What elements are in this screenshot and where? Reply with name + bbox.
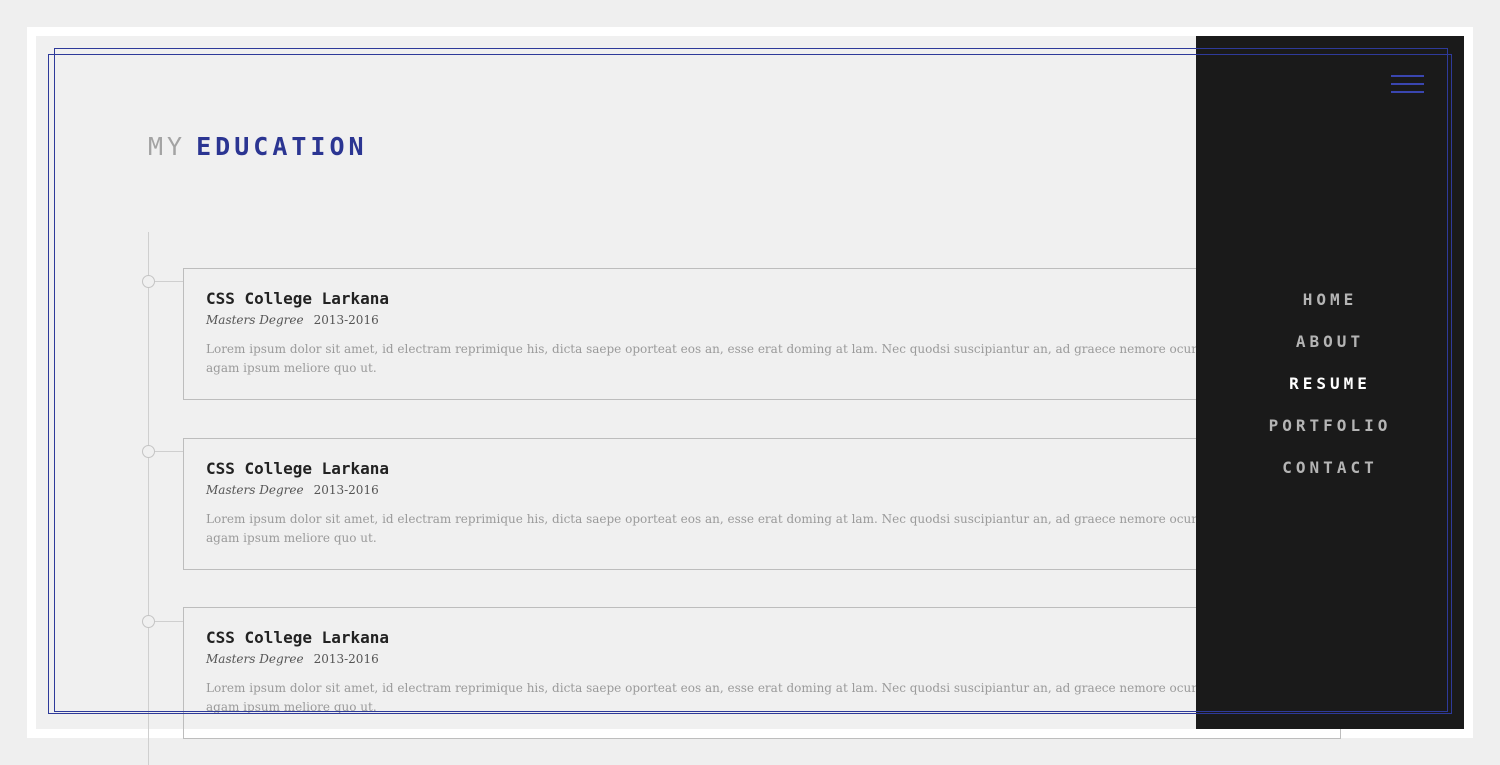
timeline-connector [155, 621, 183, 622]
timeline-dot [142, 445, 155, 458]
hamburger-menu-icon[interactable] [1391, 75, 1424, 95]
education-meta: Masters Degree 2013-2016 [206, 652, 379, 666]
education-degree: Masters Degree [206, 313, 304, 327]
side-nav-panel: HOME ABOUT RESUME PORTFOLIO CONTACT [1196, 36, 1464, 729]
timeline-dot [142, 615, 155, 628]
nav-item-resume[interactable]: RESUME [1196, 374, 1464, 416]
nav-item-portfolio[interactable]: PORTFOLIO [1196, 416, 1464, 458]
education-entry: CSS College Larkana Masters Degree 2013-2… [183, 607, 1341, 739]
education-years: 2013-2016 [313, 313, 379, 327]
education-description: Lorem ipsum dolor sit amet, id electram … [206, 681, 1254, 714]
education-degree: Masters Degree [206, 483, 304, 497]
education-degree: Masters Degree [206, 652, 304, 666]
education-description: Lorem ipsum dolor sit amet, id electram … [206, 342, 1254, 375]
menu-icon-bar [1391, 91, 1424, 93]
section-title-strong: EDUCATION [196, 132, 368, 161]
nav-item-about[interactable]: ABOUT [1196, 332, 1464, 374]
education-years: 2013-2016 [313, 483, 379, 497]
education-school: CSS College Larkana [206, 459, 390, 478]
nav-item-contact[interactable]: CONTACT [1196, 458, 1464, 500]
timeline-connector [155, 451, 183, 452]
education-years: 2013-2016 [313, 652, 379, 666]
main-nav: HOME ABOUT RESUME PORTFOLIO CONTACT [1196, 290, 1464, 500]
education-description: Lorem ipsum dolor sit amet, id electram … [206, 512, 1254, 545]
education-entry: CSS College Larkana Masters Degree 2013-2… [183, 268, 1341, 400]
nav-item-home[interactable]: HOME [1196, 290, 1464, 332]
education-school: CSS College Larkana [206, 628, 390, 647]
section-title-light: MY [148, 132, 187, 161]
education-meta: Masters Degree 2013-2016 [206, 313, 379, 327]
education-meta: Masters Degree 2013-2016 [206, 483, 379, 497]
timeline-dot [142, 275, 155, 288]
timeline-line [148, 232, 149, 765]
education-school: CSS College Larkana [206, 289, 390, 308]
education-entry: CSS College Larkana Masters Degree 2013-2… [183, 438, 1341, 570]
menu-icon-bar [1391, 83, 1424, 85]
section-title: MY EDUCATION [148, 131, 368, 163]
timeline-connector [155, 281, 183, 282]
menu-icon-bar [1391, 75, 1424, 77]
